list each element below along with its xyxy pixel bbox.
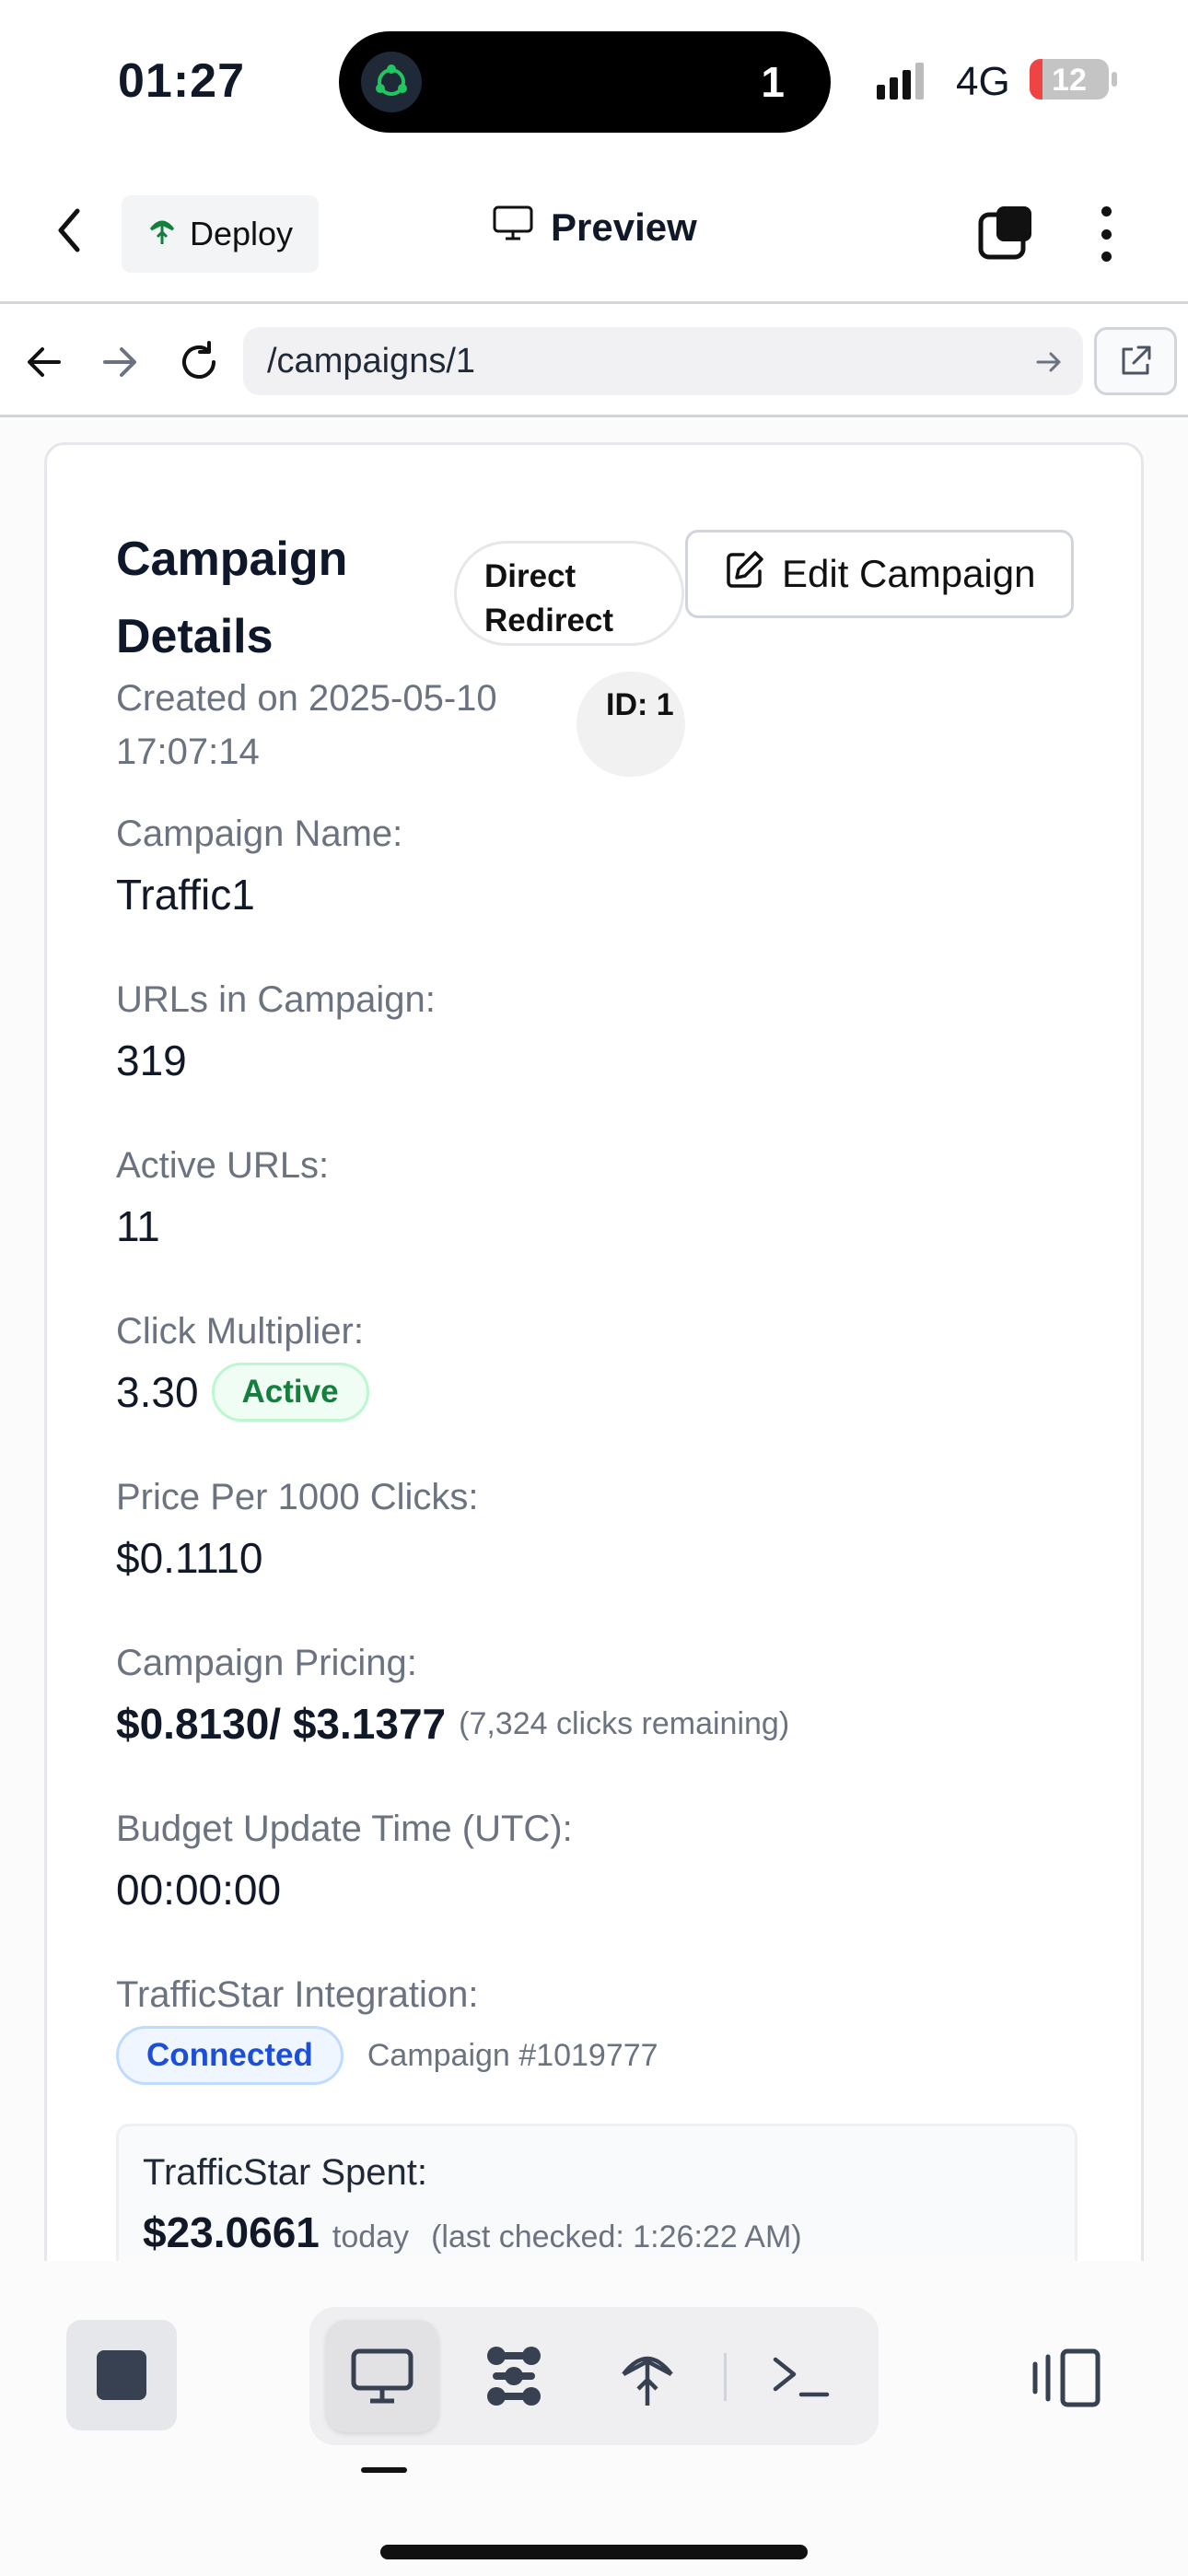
battery-icon: 12: [1030, 59, 1109, 100]
monitor-icon: [492, 205, 534, 251]
active-view-indicator: [361, 2467, 407, 2473]
chevron-left-icon[interactable]: [55, 203, 96, 258]
field-value: Traffic1: [116, 871, 255, 919]
field-value-row: $0.8130/ $3.1377 (7,324 clicks remaining…: [116, 1694, 789, 1753]
trafficstar-campaign-id: Campaign #1019777: [367, 2038, 658, 2073]
clicks-remaining: (7,324 clicks remaining): [459, 1706, 790, 1741]
kebab-icon[interactable]: [1092, 206, 1120, 262]
status-badge: Active: [211, 1363, 369, 1422]
divider: [724, 2353, 727, 2401]
signal-icon: [877, 63, 924, 100]
field-label: Campaign Pricing:: [116, 1643, 417, 1683]
terminal-icon[interactable]: [744, 2320, 856, 2432]
field-active-urls: Active URLs: 11: [116, 1140, 329, 1256]
field-label: Price Per 1000 Clicks:: [116, 1477, 479, 1517]
field-label: TrafficStar Integration:: [116, 1974, 479, 2015]
preview-label: Preview: [551, 205, 697, 249]
network-type: 4G: [956, 59, 1010, 104]
field-budget-update-time: Budget Update Time (UTC): 00:00:00: [116, 1803, 573, 1919]
deploy-icon: [147, 215, 177, 254]
stop-button[interactable]: [66, 2320, 177, 2430]
field-label: Campaign Name:: [116, 814, 403, 854]
spent-label: TrafficStar Spent:: [143, 2152, 428, 2193]
field-value: $0.1110: [116, 1534, 263, 1582]
trafficstar-spent-panel: TrafficStar Spent: $23.0661 today (last …: [116, 2124, 1077, 2261]
url-text: /campaigns/1: [267, 341, 476, 381]
campaign-card: Campaign Details Direct Redirect Edit Ca…: [44, 442, 1144, 2261]
spent-period: today: [332, 2219, 410, 2254]
edit-campaign-button[interactable]: Edit Campaign: [685, 530, 1074, 618]
desktop-icon[interactable]: [326, 2320, 438, 2432]
redirect-type-badge: Direct Redirect: [454, 541, 684, 646]
edit-icon: [725, 549, 765, 599]
field-label: Active URLs:: [116, 1145, 330, 1186]
arrow-right-icon[interactable]: [92, 334, 147, 390]
nodes-icon[interactable]: [459, 2320, 571, 2432]
field-click-multiplier: Click Multiplier: 3.30 Active: [116, 1306, 369, 1422]
pricing-value: $0.8130/ $3.1377: [116, 1700, 447, 1748]
url-field[interactable]: /campaigns/1: [243, 327, 1083, 395]
created-timestamp: Created on 2025-05-10 17:07:14: [116, 678, 497, 772]
battery-level: 12: [1052, 63, 1087, 98]
deploy-tool-icon[interactable]: [591, 2320, 704, 2432]
go-arrow-icon[interactable]: [1035, 345, 1063, 385]
page-title: Campaign Details: [116, 533, 348, 663]
field-label: Budget Update Time (UTC):: [116, 1809, 573, 1849]
connection-status-badge: Connected: [116, 2026, 344, 2085]
field-label: URLs in Campaign:: [116, 979, 436, 1020]
deploy-button[interactable]: Deploy: [122, 195, 319, 273]
field-value: 11: [116, 1202, 160, 1250]
arrow-left-icon[interactable]: [17, 334, 72, 390]
ubuntu-icon: [361, 52, 422, 112]
view-switcher: [309, 2307, 879, 2445]
preview-title[interactable]: Preview: [492, 205, 697, 251]
status-time: 01:27: [118, 54, 245, 108]
dynamic-island[interactable]: 1: [339, 31, 831, 133]
browser-url-bar: /campaigns/1: [0, 307, 1188, 417]
field-value-row: Connected Campaign #1019777: [116, 2026, 658, 2085]
multiplier-value: 3.30: [116, 1368, 199, 1416]
edit-campaign-label: Edit Campaign: [782, 552, 1036, 595]
campaign-id-badge: ID: 1: [577, 672, 685, 777]
side-panel-icon[interactable]: [1030, 2346, 1103, 2410]
field-label: Click Multiplier:: [116, 1311, 364, 1352]
field-urls-count: URLs in Campaign: 319: [116, 974, 436, 1090]
home-indicator[interactable]: [380, 2545, 808, 2559]
spent-row: $23.0661 today (last checked: 1:26:22 AM…: [143, 2207, 1075, 2257]
field-price-per-1000: Price Per 1000 Clicks: $0.1110: [116, 1471, 478, 1587]
field-value: 00:00:00: [116, 1866, 282, 1914]
field-value-row: 3.30 Active: [116, 1363, 369, 1422]
page-content: Campaign Details Direct Redirect Edit Ca…: [0, 420, 1188, 2261]
field-trafficstar-integration: TrafficStar Integration: Connected Campa…: [116, 1969, 658, 2085]
deploy-label: Deploy: [190, 215, 294, 252]
status-bar: 01:27 1 4G 12: [0, 0, 1188, 157]
tabs-icon[interactable]: [978, 205, 1035, 260]
field-value: 319: [116, 1036, 187, 1084]
field-campaign-name: Campaign Name: Traffic1: [116, 808, 402, 924]
external-link-icon[interactable]: [1094, 327, 1177, 395]
bottom-toolbar: [0, 2261, 1188, 2576]
app-header: Deploy Preview: [0, 157, 1188, 304]
last-checked: (last checked: 1:26:22 AM): [431, 2219, 802, 2254]
field-campaign-pricing: Campaign Pricing: $0.8130/ $3.1377 (7,32…: [116, 1637, 789, 1753]
reload-icon[interactable]: [171, 334, 227, 390]
stop-icon: [97, 2350, 146, 2400]
spent-value: $23.0661: [143, 2208, 320, 2256]
island-count: 1: [761, 58, 785, 106]
battery-cap: [1112, 72, 1117, 87]
